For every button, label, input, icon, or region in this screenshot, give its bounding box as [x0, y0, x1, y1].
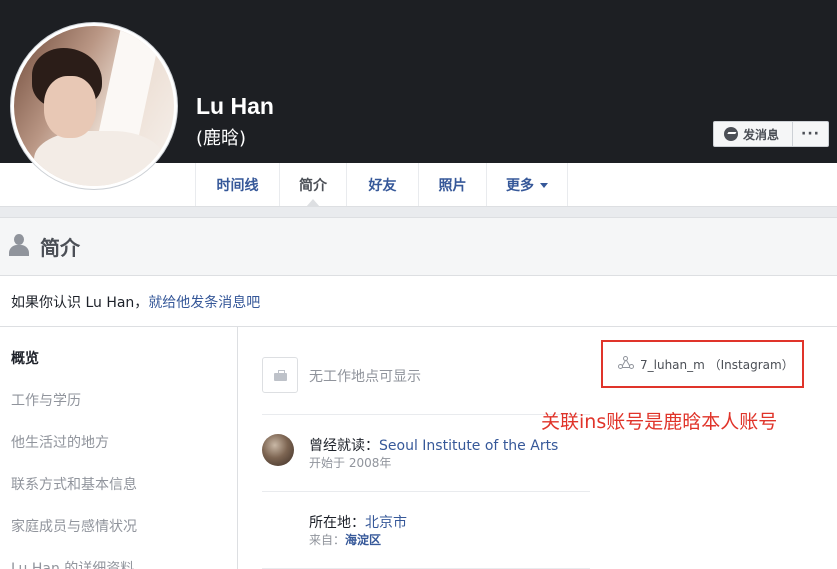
annotation-text: 关联ins账号是鹿晗本人账号 [541, 411, 778, 433]
education-entry: 曾经就读：Seoul Institute of the Arts [309, 435, 558, 455]
about-panel: 简介 如果你认识 Lu Han，就给他发条消息吧 概览 工作与学历 他生活过的地… [0, 217, 837, 569]
school-logo-icon[interactable] [262, 434, 294, 466]
row-divider [262, 491, 590, 492]
hometown-link[interactable]: 海淀区 [345, 533, 381, 547]
caret-down-icon [540, 183, 548, 188]
sidebar-item-details[interactable]: Lu Han 的详细资料 [11, 558, 134, 569]
profile-alt-name: (鹿晗) [196, 128, 247, 149]
send-message-label: 发消息 [743, 127, 780, 142]
more-options-button[interactable]: ··· [792, 121, 829, 147]
current-city-prefix: 所在地： [309, 515, 365, 531]
sidebar-item-overview[interactable]: 概览 [11, 348, 39, 368]
school-link[interactable]: Seoul Institute of the Arts [379, 438, 558, 454]
active-tab-pointer [306, 199, 320, 207]
avatar[interactable] [10, 22, 178, 190]
tab-more-label: 更多 [506, 177, 534, 194]
contact-hint: 如果你认识 Lu Han，就给他发条消息吧 [11, 292, 260, 312]
contact-hint-text: 如果你认识 Lu Han， [11, 295, 149, 311]
work-empty-text: 无工作地点可显示 [309, 369, 421, 385]
sidebar-divider [237, 327, 238, 569]
sidebar-item-places-lived[interactable]: 他生活过的地方 [11, 432, 109, 452]
tab-friends[interactable]: 好友 [346, 163, 418, 206]
instagram-account-link[interactable]: 7_luhan_m （Instagram） [640, 356, 794, 373]
current-city-entry: 所在地：北京市 [309, 512, 407, 532]
tab-timeline[interactable]: 时间线 [195, 163, 279, 206]
sidebar-item-contact-info[interactable]: 联系方式和基本信息 [11, 474, 137, 494]
about-header: 简介 [0, 218, 837, 276]
person-icon [9, 234, 29, 256]
sidebar-item-work-education[interactable]: 工作与学历 [11, 390, 81, 410]
tab-more[interactable]: 更多 [486, 163, 568, 206]
profile-name[interactable]: Lu Han [196, 93, 274, 120]
share-network-icon [618, 356, 634, 370]
profile-photo [14, 26, 174, 186]
about-title: 简介 [40, 236, 80, 260]
hometown-entry: 来自：海淀区 [309, 531, 381, 548]
hometown-prefix: 来自： [309, 533, 346, 547]
instagram-highlight-box: 7_luhan_m （Instagram） [601, 340, 804, 388]
sidebar-item-family[interactable]: 家庭成员与感情状况 [11, 516, 137, 536]
briefcase-icon [262, 357, 298, 393]
tab-photos[interactable]: 照片 [418, 163, 486, 206]
education-prefix: 曾经就读： [309, 438, 379, 454]
current-city-link[interactable]: 北京市 [365, 515, 407, 531]
divider [0, 326, 837, 327]
send-message-button[interactable]: 发消息 [713, 121, 793, 147]
education-start: 开始于 2008年 [309, 456, 392, 470]
messenger-icon [724, 127, 738, 141]
send-message-link[interactable]: 就给他发条消息吧 [148, 295, 260, 311]
